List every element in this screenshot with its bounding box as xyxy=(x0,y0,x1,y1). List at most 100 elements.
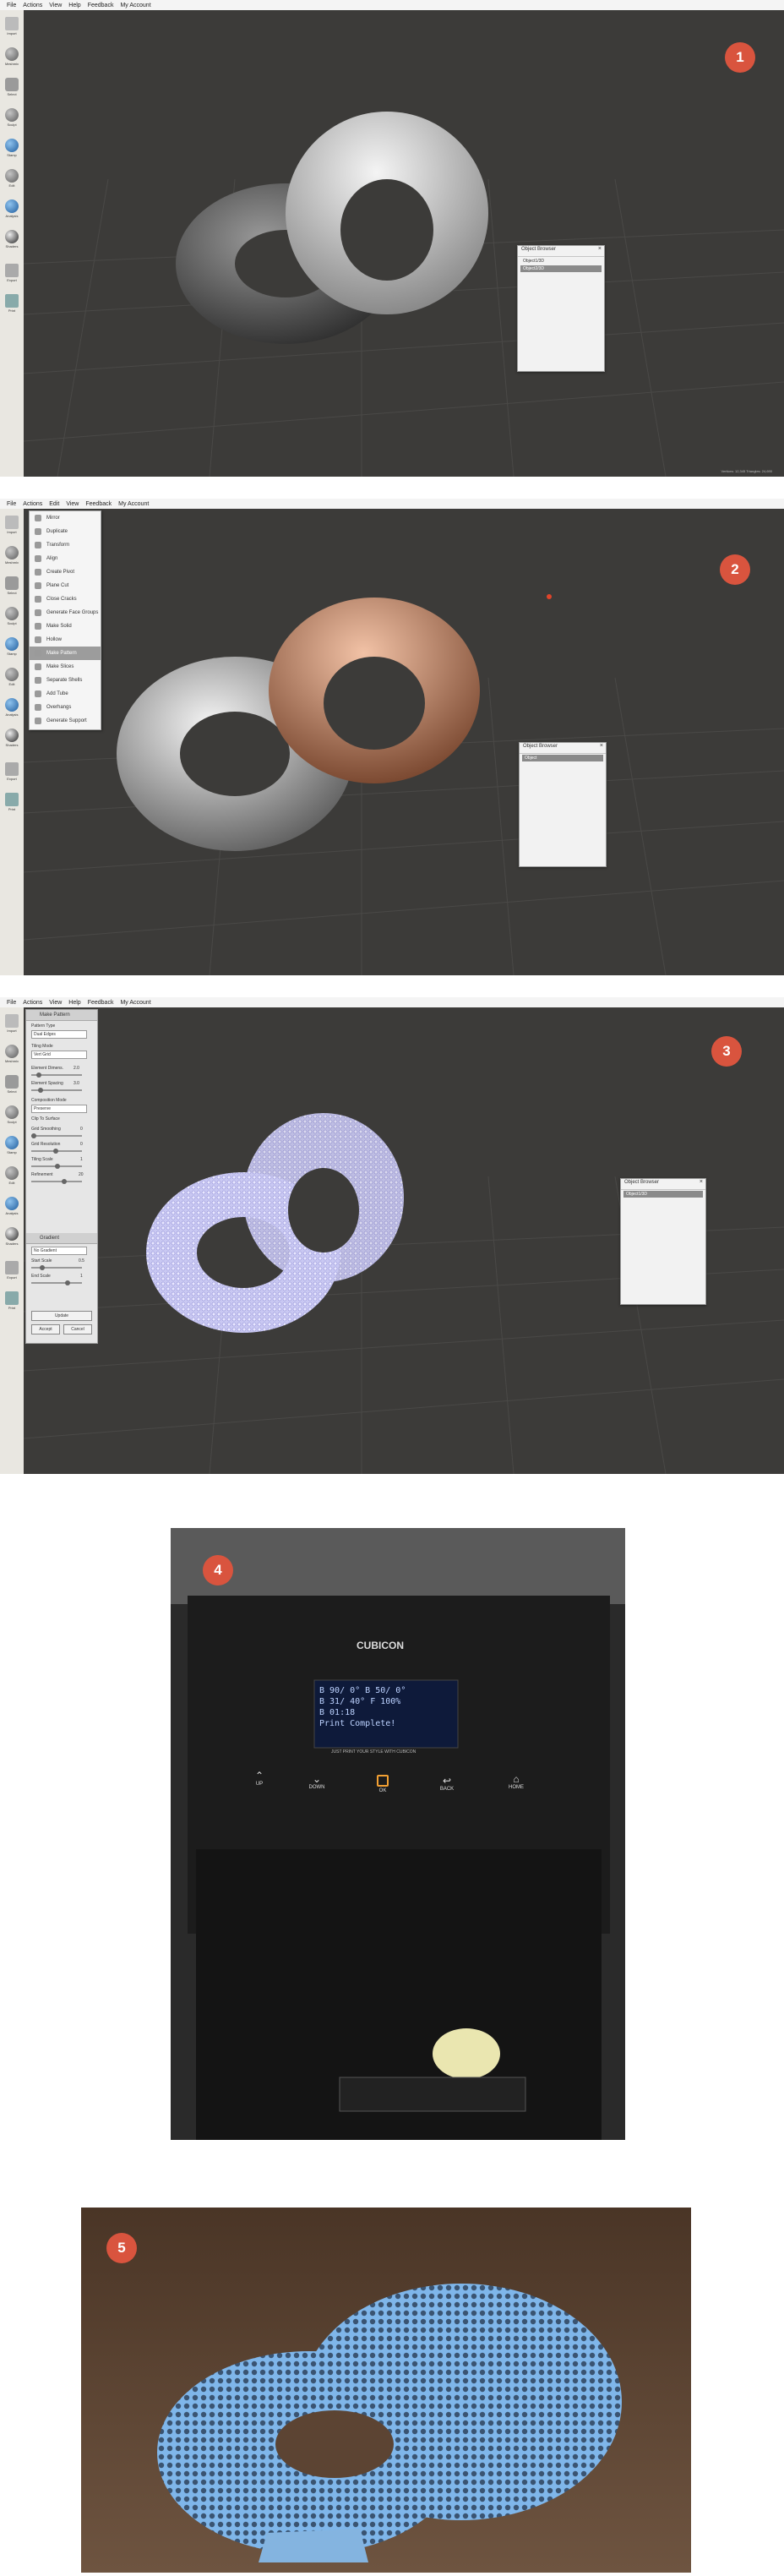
menu-file[interactable]: File xyxy=(7,3,16,8)
tool-meshmix[interactable]: Meshmix xyxy=(3,1045,21,1068)
tool-edit[interactable]: Edit xyxy=(3,1166,21,1190)
refinement-slider[interactable] xyxy=(31,1179,82,1184)
gradient-type-select[interactable]: No Gradient xyxy=(31,1247,87,1255)
tool-export[interactable]: Export xyxy=(3,1261,21,1285)
tool-shaders[interactable]: Shaders xyxy=(3,1227,21,1251)
tool-print[interactable]: Print xyxy=(3,793,21,816)
start-scale-value[interactable]: 0.5 xyxy=(79,1258,84,1263)
composition-mode-select[interactable]: Preserve xyxy=(31,1105,87,1113)
menu-view[interactable]: View xyxy=(66,501,79,507)
tool-sculpt[interactable]: Sculpt xyxy=(3,108,21,132)
context-menu-item[interactable]: Plane Cut xyxy=(30,579,101,592)
update-button[interactable]: Update xyxy=(31,1311,92,1321)
refinement-value[interactable]: 20 xyxy=(79,1172,84,1177)
context-menu-item[interactable]: Align xyxy=(30,552,101,565)
tool-print[interactable]: Print xyxy=(3,294,21,318)
element-spacing-slider[interactable] xyxy=(31,1088,82,1093)
slider-knob[interactable] xyxy=(31,1133,36,1138)
menu-account[interactable]: My Account xyxy=(120,1000,150,1006)
accept-button[interactable]: Accept xyxy=(31,1324,60,1334)
tool-import[interactable]: Import xyxy=(3,516,21,539)
tool-import[interactable]: Import xyxy=(3,17,21,41)
tool-export[interactable]: Export xyxy=(3,762,21,786)
context-menu-item[interactable]: Generate Face Groups xyxy=(30,606,101,619)
tool-meshmix[interactable]: Meshmix xyxy=(3,546,21,570)
menu-view[interactable]: View xyxy=(49,1000,62,1006)
tool-select[interactable]: Select xyxy=(3,1075,21,1099)
cancel-button[interactable]: Cancel xyxy=(63,1324,92,1334)
viewport-3[interactable]: 3 Object Browser × Object1/3D xyxy=(24,1007,784,1474)
object-row[interactable]: Object2/3D xyxy=(520,265,602,272)
context-menu-item[interactable]: Mirror xyxy=(30,511,101,525)
slider-knob[interactable] xyxy=(53,1149,58,1154)
menu-edit[interactable]: Edit xyxy=(49,501,59,507)
tool-analysis[interactable]: Analysis xyxy=(3,199,21,223)
element-dimension-slider[interactable] xyxy=(31,1072,82,1078)
context-menu-item[interactable]: Add Tube xyxy=(30,687,101,701)
context-menu-item[interactable]: Make Slices xyxy=(30,660,101,674)
printer-button-down[interactable]: ⌄ DOWN xyxy=(304,1773,329,1790)
context-menu-item[interactable]: Make Pattern xyxy=(30,647,101,660)
close-icon[interactable]: × xyxy=(598,246,602,252)
printer-button-up[interactable]: ⌃ UP xyxy=(247,1770,272,1787)
slider-knob[interactable] xyxy=(65,1280,70,1285)
printer-button-home[interactable]: ⌂ HOME xyxy=(504,1773,529,1790)
pivot-marker[interactable] xyxy=(547,594,552,599)
close-icon[interactable]: × xyxy=(600,743,603,749)
grid-smoothing-value[interactable]: 0 xyxy=(80,1127,83,1132)
tool-shaders[interactable]: Shaders xyxy=(3,729,21,752)
context-menu-item[interactable]: Separate Shells xyxy=(30,674,101,687)
menu-actions[interactable]: Actions xyxy=(23,1000,42,1006)
object-row[interactable]: Object1/3D xyxy=(520,258,602,265)
menu-actions[interactable]: Actions xyxy=(23,3,42,8)
start-scale-slider[interactable] xyxy=(31,1265,82,1270)
tool-meshmix[interactable]: Meshmix xyxy=(3,47,21,71)
context-menu-item[interactable]: Duplicate xyxy=(30,525,101,538)
slider-knob[interactable] xyxy=(38,1088,43,1093)
end-scale-slider[interactable] xyxy=(31,1280,82,1285)
tool-select[interactable]: Select xyxy=(3,576,21,600)
tool-edit[interactable]: Edit xyxy=(3,169,21,193)
object-row[interactable]: Object xyxy=(522,755,603,761)
torus-model-1[interactable] xyxy=(24,10,784,477)
tool-edit[interactable]: Edit xyxy=(3,668,21,691)
slider-knob[interactable] xyxy=(62,1179,67,1184)
tool-print[interactable]: Print xyxy=(3,1291,21,1315)
tool-shaders[interactable]: Shaders xyxy=(3,230,21,254)
tool-stamp[interactable]: Stamp xyxy=(3,1136,21,1160)
menu-account[interactable]: My Account xyxy=(120,3,150,8)
viewport-1[interactable]: 1 Object Browser × Object1/3D Object2/3D … xyxy=(24,10,784,477)
end-scale-value[interactable]: 1 xyxy=(80,1274,83,1279)
grid-smoothing-slider[interactable] xyxy=(31,1133,82,1138)
close-icon[interactable]: × xyxy=(700,1179,703,1185)
tool-analysis[interactable]: Analysis xyxy=(3,1197,21,1220)
tool-import[interactable]: Import xyxy=(3,1014,21,1038)
object-row[interactable]: Object1/3D xyxy=(623,1191,703,1198)
context-menu-item[interactable]: Close Cracks xyxy=(30,592,101,606)
tiling-scale-value[interactable]: 1 xyxy=(80,1157,83,1162)
menu-account[interactable]: My Account xyxy=(118,501,149,507)
element-spacing-value[interactable]: 3.0 xyxy=(74,1081,79,1086)
menu-help[interactable]: Help xyxy=(68,3,80,8)
context-menu-item[interactable]: Transform xyxy=(30,538,101,552)
tool-stamp[interactable]: Stamp xyxy=(3,139,21,162)
menu-file[interactable]: File xyxy=(7,501,16,507)
menu-feedback[interactable]: Feedback xyxy=(88,1000,114,1006)
tool-stamp[interactable]: Stamp xyxy=(3,637,21,661)
context-menu-item[interactable]: Create Pivot xyxy=(30,565,101,579)
grid-resolution-value[interactable]: 0 xyxy=(80,1142,83,1147)
menu-feedback[interactable]: Feedback xyxy=(88,3,114,8)
torus-model-2[interactable] xyxy=(24,509,784,975)
menu-feedback[interactable]: Feedback xyxy=(85,501,112,507)
tool-export[interactable]: Export xyxy=(3,264,21,287)
menu-file[interactable]: File xyxy=(7,1000,16,1006)
tool-sculpt[interactable]: Sculpt xyxy=(3,1105,21,1129)
grid-resolution-slider[interactable] xyxy=(31,1149,82,1154)
slider-knob[interactable] xyxy=(40,1265,45,1270)
context-menu-item[interactable]: Make Solid xyxy=(30,619,101,633)
pattern-type-select[interactable]: Dual Edges xyxy=(31,1030,87,1039)
slider-knob[interactable] xyxy=(55,1164,60,1169)
element-dimension-value[interactable]: 2.0 xyxy=(74,1066,79,1071)
tiling-scale-slider[interactable] xyxy=(31,1164,82,1169)
printer-button-ok[interactable]: OK xyxy=(370,1775,395,1793)
